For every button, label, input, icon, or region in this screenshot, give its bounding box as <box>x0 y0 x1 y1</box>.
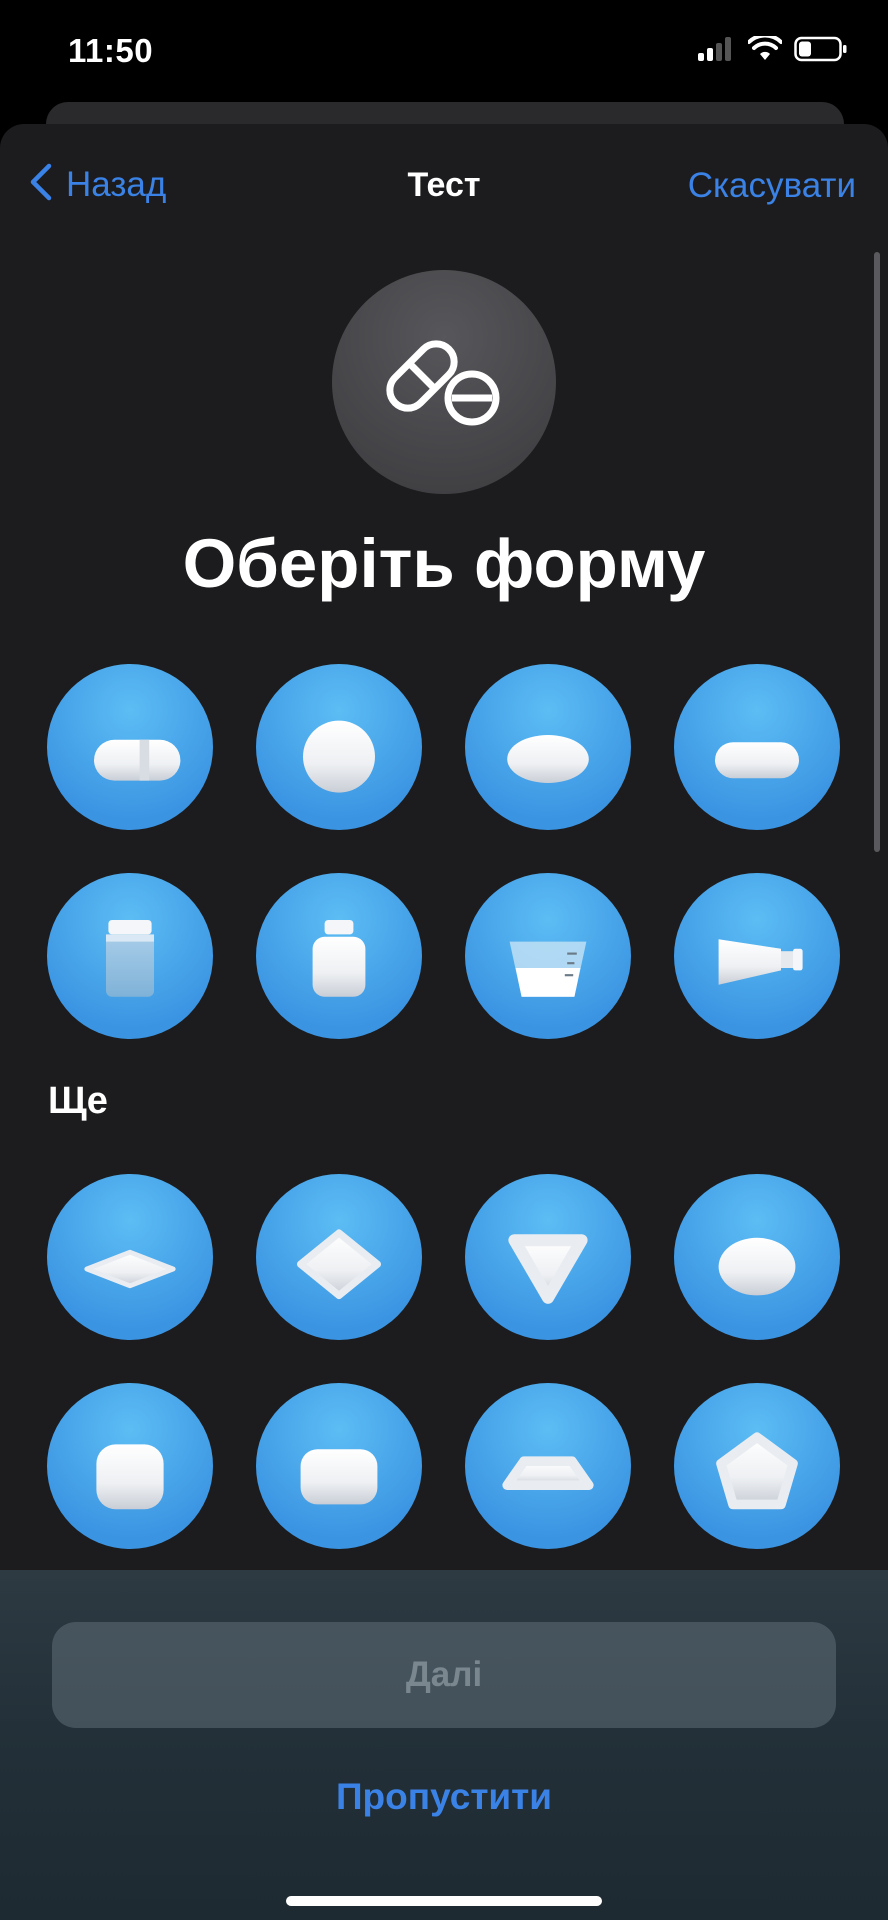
pills-icon <box>382 330 506 435</box>
diamond-icon <box>279 1197 399 1317</box>
rounded-square-icon <box>70 1406 190 1526</box>
skip-button[interactable]: Пропустити <box>0 1776 888 1818</box>
flat-diamond-icon <box>70 1197 190 1317</box>
shape-grid <box>47 664 841 1039</box>
shape-option-tube[interactable] <box>674 873 840 1039</box>
oblong-tablet-icon <box>697 687 817 807</box>
pill-bottle-icon <box>70 896 190 1016</box>
oval-tablet-icon <box>488 687 608 807</box>
cancel-button[interactable]: Скасувати <box>688 166 856 206</box>
tube-icon <box>697 896 817 1016</box>
trapezoid-icon <box>488 1406 608 1526</box>
navigation-bar: Назад Тест Скасувати <box>0 124 888 244</box>
status-time: 11:50 <box>68 32 154 69</box>
triangle-icon <box>488 1197 608 1317</box>
shape-option-oblong-tablet[interactable] <box>674 664 840 830</box>
pentagon-icon <box>697 1406 817 1526</box>
modal-sheet: Назад Тест Скасувати Оберіть форму Ще Да… <box>0 124 888 1920</box>
shape-option-rounded-square[interactable] <box>47 1383 213 1549</box>
shape-option-triangle[interactable] <box>465 1174 631 1340</box>
cellular-signal-icon <box>696 36 736 67</box>
status-bar: 11:50 <box>0 0 888 104</box>
shape-option-medicine-bottle[interactable] <box>256 873 422 1039</box>
medicine-bottle-icon <box>279 896 399 1016</box>
round-tablet-icon <box>279 687 399 807</box>
home-indicator <box>286 1896 602 1906</box>
medication-hero <box>332 270 556 494</box>
next-button[interactable]: Далі <box>52 1622 836 1728</box>
shape-option-flat-diamond[interactable] <box>47 1174 213 1340</box>
egg-icon <box>697 1197 817 1317</box>
shape-option-pill-bottle[interactable] <box>47 873 213 1039</box>
shape-option-diamond[interactable] <box>256 1174 422 1340</box>
shape-option-rectangle[interactable] <box>256 1383 422 1549</box>
page-heading: Оберіть форму <box>182 525 706 602</box>
shape-option-trapezoid[interactable] <box>465 1383 631 1549</box>
shape-option-capsule[interactable] <box>47 664 213 830</box>
more-section-label: Ще <box>48 1080 108 1122</box>
shape-option-round-tablet[interactable] <box>256 664 422 830</box>
shape-option-pentagon[interactable] <box>674 1383 840 1549</box>
capsule-icon <box>70 687 190 807</box>
shape-option-egg[interactable] <box>674 1174 840 1340</box>
status-icons <box>696 33 848 67</box>
shape-option-oval-tablet[interactable] <box>465 664 631 830</box>
wifi-icon <box>747 33 783 67</box>
measuring-cup-icon <box>488 896 608 1016</box>
battery-icon <box>794 36 848 67</box>
rectangle-icon <box>279 1406 399 1526</box>
shape-option-measuring-cup[interactable] <box>465 873 631 1039</box>
more-shape-grid <box>47 1174 841 1549</box>
